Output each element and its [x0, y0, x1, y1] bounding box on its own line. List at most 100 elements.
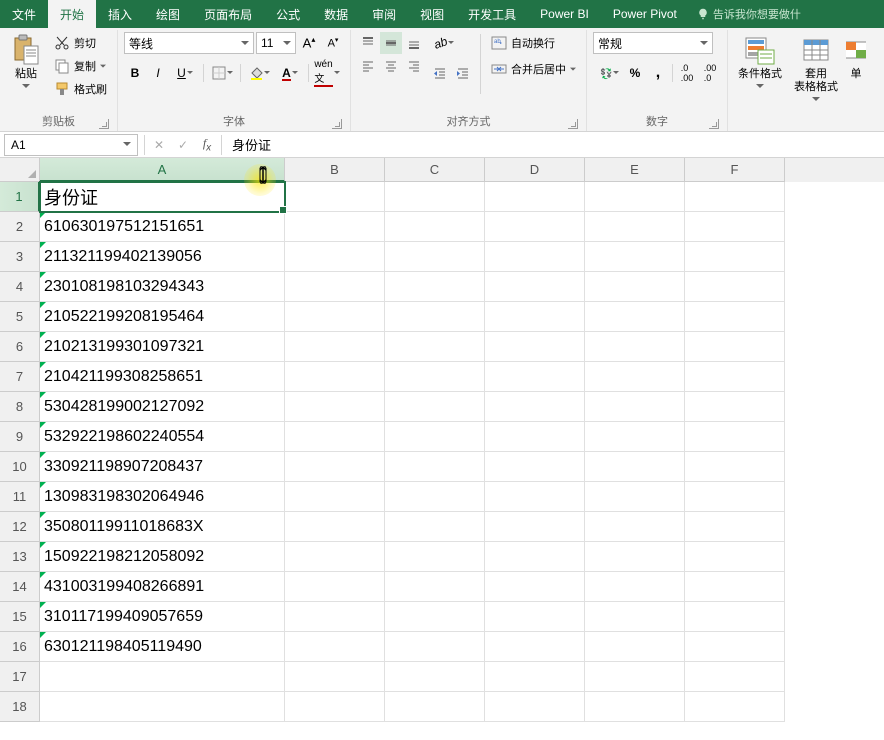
cell-E14[interactable]	[585, 572, 685, 602]
cell-C17[interactable]	[385, 662, 485, 692]
underline-button[interactable]: U	[170, 62, 200, 84]
cell-A3[interactable]: 211321199402139056	[40, 242, 285, 272]
align-left-button[interactable]	[357, 55, 379, 77]
cell-F11[interactable]	[685, 482, 785, 512]
cell-D16[interactable]	[485, 632, 585, 662]
cell-F17[interactable]	[685, 662, 785, 692]
cell-F6[interactable]	[685, 332, 785, 362]
cell-C2[interactable]	[385, 212, 485, 242]
tab-developer[interactable]: 开发工具	[456, 0, 528, 28]
cell-F9[interactable]	[685, 422, 785, 452]
insert-function-button[interactable]: fx	[195, 134, 219, 156]
cell-A1[interactable]: 身份证	[40, 182, 285, 212]
cell-D7[interactable]	[485, 362, 585, 392]
cell-D17[interactable]	[485, 662, 585, 692]
comma-button[interactable]: ,	[647, 62, 669, 84]
column-header-C[interactable]: C	[385, 158, 485, 182]
row-header-12[interactable]: 12	[0, 512, 40, 542]
cell-F3[interactable]	[685, 242, 785, 272]
cell-C5[interactable]	[385, 302, 485, 332]
cell-E17[interactable]	[585, 662, 685, 692]
font-name-combo[interactable]: 等线	[124, 32, 254, 54]
cell-D10[interactable]	[485, 452, 585, 482]
column-header-D[interactable]: D	[485, 158, 585, 182]
orientation-button[interactable]: ab	[429, 32, 459, 54]
cell-B4[interactable]	[285, 272, 385, 302]
cell-D15[interactable]	[485, 602, 585, 632]
cell-C14[interactable]	[385, 572, 485, 602]
cell-E18[interactable]	[585, 692, 685, 722]
cell-C15[interactable]	[385, 602, 485, 632]
cell-A16[interactable]: 630121198405119490	[40, 632, 285, 662]
cell-D6[interactable]	[485, 332, 585, 362]
tell-me-search[interactable]: 告诉我你想要做什	[689, 0, 809, 28]
select-all-corner[interactable]	[0, 158, 40, 182]
decrease-decimal-button[interactable]: .00.0	[699, 62, 721, 84]
cell-D14[interactable]	[485, 572, 585, 602]
tab-data[interactable]: 数据	[312, 0, 360, 28]
tab-review[interactable]: 审阅	[360, 0, 408, 28]
cell-D4[interactable]	[485, 272, 585, 302]
tab-home[interactable]: 开始	[48, 0, 96, 28]
cell-B9[interactable]	[285, 422, 385, 452]
tab-insert[interactable]: 插入	[96, 0, 144, 28]
cell-C8[interactable]	[385, 392, 485, 422]
increase-indent-button[interactable]	[452, 62, 474, 84]
cell-D13[interactable]	[485, 542, 585, 572]
cell-E12[interactable]	[585, 512, 685, 542]
cell-E13[interactable]	[585, 542, 685, 572]
cell-B12[interactable]	[285, 512, 385, 542]
dialog-launcher-icon[interactable]	[99, 119, 109, 129]
dialog-launcher-icon[interactable]	[332, 119, 342, 129]
cell-F7[interactable]	[685, 362, 785, 392]
cell-B13[interactable]	[285, 542, 385, 572]
cell-A18[interactable]	[40, 692, 285, 722]
cut-button[interactable]: 剪切	[50, 32, 111, 54]
row-header-15[interactable]: 15	[0, 602, 40, 632]
cell-F15[interactable]	[685, 602, 785, 632]
increase-decimal-button[interactable]: .0.00	[676, 62, 698, 84]
cell-B17[interactable]	[285, 662, 385, 692]
cell-F1[interactable]	[685, 182, 785, 212]
cell-A11[interactable]: 130983198302064946	[40, 482, 285, 512]
cell-F4[interactable]	[685, 272, 785, 302]
cell-B15[interactable]	[285, 602, 385, 632]
cell-D11[interactable]	[485, 482, 585, 512]
cell-C10[interactable]	[385, 452, 485, 482]
cell-E11[interactable]	[585, 482, 685, 512]
column-header-E[interactable]: E	[585, 158, 685, 182]
tab-draw[interactable]: 绘图	[144, 0, 192, 28]
cell-F13[interactable]	[685, 542, 785, 572]
decrease-font-button[interactable]: A▾	[322, 32, 344, 54]
cell-A2[interactable]: 610630197512151651	[40, 212, 285, 242]
cell-C16[interactable]	[385, 632, 485, 662]
borders-button[interactable]	[207, 62, 237, 84]
cell-A4[interactable]: 230108198103294343	[40, 272, 285, 302]
cell-E10[interactable]	[585, 452, 685, 482]
phonetic-button[interactable]: wén文	[312, 62, 342, 84]
cell-B16[interactable]	[285, 632, 385, 662]
cell-D9[interactable]	[485, 422, 585, 452]
cell-E7[interactable]	[585, 362, 685, 392]
align-middle-button[interactable]	[380, 32, 402, 54]
cell-A6[interactable]: 210213199301097321	[40, 332, 285, 362]
cell-D3[interactable]	[485, 242, 585, 272]
column-header-B[interactable]: B	[285, 158, 385, 182]
paste-button[interactable]: 粘贴	[6, 32, 46, 91]
column-header-F[interactable]: F	[685, 158, 785, 182]
column-header-A[interactable]: A	[40, 158, 285, 182]
tab-view[interactable]: 视图	[408, 0, 456, 28]
cell-E16[interactable]	[585, 632, 685, 662]
cell-B2[interactable]	[285, 212, 385, 242]
cell-D2[interactable]	[485, 212, 585, 242]
cell-C6[interactable]	[385, 332, 485, 362]
align-right-button[interactable]	[403, 55, 425, 77]
cell-A13[interactable]: 150922198212058092	[40, 542, 285, 572]
cell-B7[interactable]	[285, 362, 385, 392]
cell-C4[interactable]	[385, 272, 485, 302]
row-header-14[interactable]: 14	[0, 572, 40, 602]
cell-B1[interactable]	[285, 182, 385, 212]
cell-B8[interactable]	[285, 392, 385, 422]
cell-A17[interactable]	[40, 662, 285, 692]
cell-E5[interactable]	[585, 302, 685, 332]
